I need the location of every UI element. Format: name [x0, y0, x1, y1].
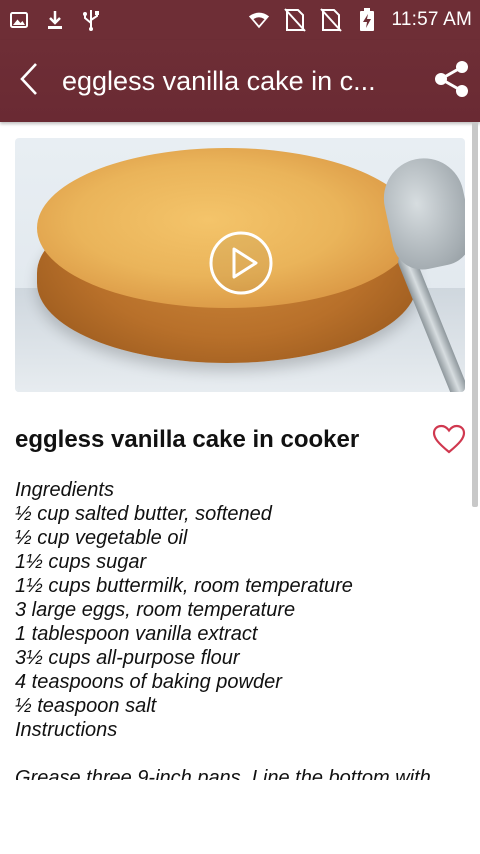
recipe-line: Ingredients — [15, 479, 114, 501]
wifi-icon — [248, 9, 270, 31]
scrollbar[interactable] — [472, 122, 478, 507]
recipe-description: Ingredients ½ cup salted butter, softene… — [15, 478, 465, 780]
back-button[interactable] — [0, 40, 58, 122]
app-bar-title: eggless vanilla cake in c... — [62, 65, 376, 96]
share-button[interactable] — [424, 40, 480, 122]
status-time: 11:57 AM — [391, 9, 472, 30]
recipe-line: 1½ cups sugar — [15, 551, 147, 573]
recipe-title: eggless vanilla cake in cooker — [15, 426, 360, 453]
recipe-line: 3 large eggs, room temperature — [15, 599, 296, 621]
recipe-line: 1 tablespoon vanilla extract — [15, 623, 258, 645]
recipe-line: 4 teaspoons of baking powder — [15, 671, 282, 693]
download-icon — [44, 9, 66, 31]
recipe-line: ½ cup vegetable oil — [15, 527, 188, 549]
battery-charging-icon — [356, 8, 378, 31]
app-bar: eggless vanilla cake in c... — [0, 40, 480, 122]
no-sim-icon — [319, 8, 342, 32]
recipe-line: Instructions — [15, 719, 118, 741]
recipe-line: ½ teaspoon salt — [15, 695, 157, 717]
recipe-line: 3½ cups all-purpose flour — [15, 647, 240, 669]
image-icon — [8, 9, 30, 31]
status-bar: 11:57 AM — [0, 0, 480, 40]
recipe-line: ½ cup salted butter, softened — [15, 503, 272, 525]
back-arrow-icon — [19, 62, 39, 101]
recipe-video-thumbnail[interactable] — [15, 138, 465, 392]
recipe-content[interactable]: eggless vanilla cake in cooker Ingredien… — [0, 122, 480, 854]
heart-outline-icon — [432, 424, 466, 459]
favorite-button[interactable] — [430, 424, 468, 458]
usb-icon — [80, 9, 102, 31]
share-icon — [433, 60, 471, 103]
no-sim-icon — [283, 8, 306, 32]
recipe-line: 1½ cups buttermilk, room temperature — [15, 575, 353, 597]
play-icon — [209, 231, 273, 300]
recipe-line: Grease three 9-inch pans. Line the botto… — [15, 767, 431, 780]
play-button[interactable] — [209, 231, 273, 300]
